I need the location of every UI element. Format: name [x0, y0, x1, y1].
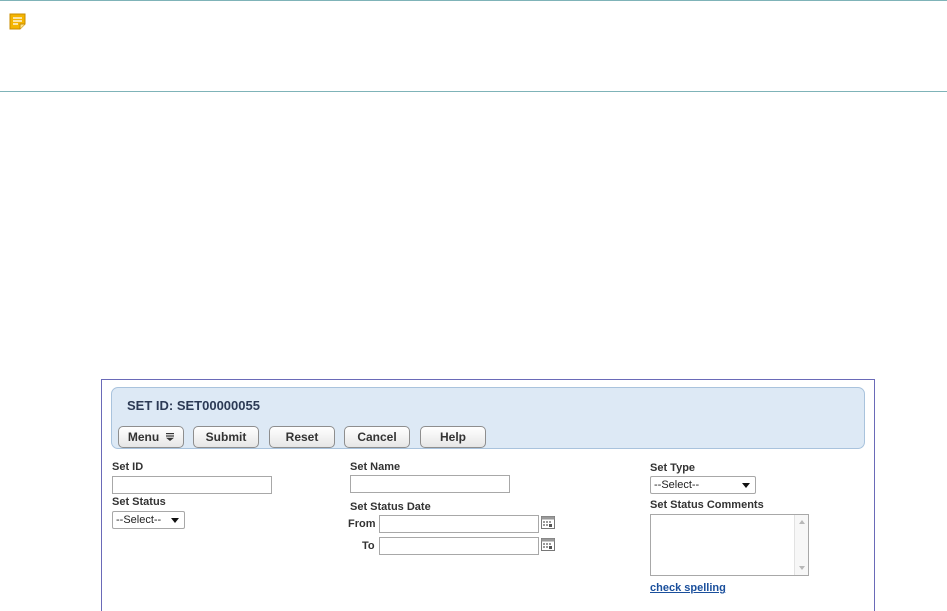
set-id-input[interactable]: [112, 476, 272, 494]
set-name-input[interactable]: [350, 475, 510, 493]
note-icon[interactable]: [9, 13, 26, 30]
to-label: To: [362, 540, 375, 552]
submit-button[interactable]: Submit: [193, 426, 259, 448]
note-band: [0, 0, 947, 92]
status-date-to-input[interactable]: [379, 537, 539, 555]
set-type-selected: --Select--: [654, 479, 700, 491]
check-spelling-link[interactable]: check spelling: [650, 582, 726, 594]
set-status-date-label: Set Status Date: [350, 501, 431, 513]
set-status-comments-label: Set Status Comments: [650, 499, 764, 511]
scroll-down-icon[interactable]: [799, 566, 805, 570]
set-header: SET ID: SET00000055 Menu Submit Reset Ca…: [111, 387, 865, 449]
set-name-label: Set Name: [350, 461, 401, 473]
chevron-down-icon: [171, 518, 179, 523]
menu-dropdown-icon: [166, 433, 175, 441]
status-date-from-input[interactable]: [379, 515, 539, 533]
menu-button[interactable]: Menu: [118, 426, 184, 448]
set-id-label: Set ID: [112, 461, 144, 473]
calendar-icon[interactable]: [541, 538, 555, 551]
from-label: From: [348, 518, 376, 530]
set-form-panel: SET ID: SET00000055 Menu Submit Reset Ca…: [101, 379, 875, 611]
set-status-select[interactable]: --Select--: [112, 511, 185, 529]
page-title: SET ID: SET00000055: [127, 398, 260, 413]
chevron-down-icon: [742, 483, 750, 488]
set-status-comments-textarea[interactable]: [650, 514, 809, 576]
reset-button[interactable]: Reset: [269, 426, 335, 448]
calendar-icon[interactable]: [541, 516, 555, 529]
help-button[interactable]: Help: [420, 426, 486, 448]
set-type-select[interactable]: --Select--: [650, 476, 756, 494]
cancel-button[interactable]: Cancel: [344, 426, 410, 448]
scroll-up-icon[interactable]: [799, 520, 805, 524]
scrollbar[interactable]: [794, 515, 808, 575]
set-status-label: Set Status: [112, 496, 166, 508]
set-status-selected: --Select--: [116, 514, 162, 526]
set-type-label: Set Type: [650, 462, 696, 474]
menu-button-label: Menu: [127, 430, 160, 444]
